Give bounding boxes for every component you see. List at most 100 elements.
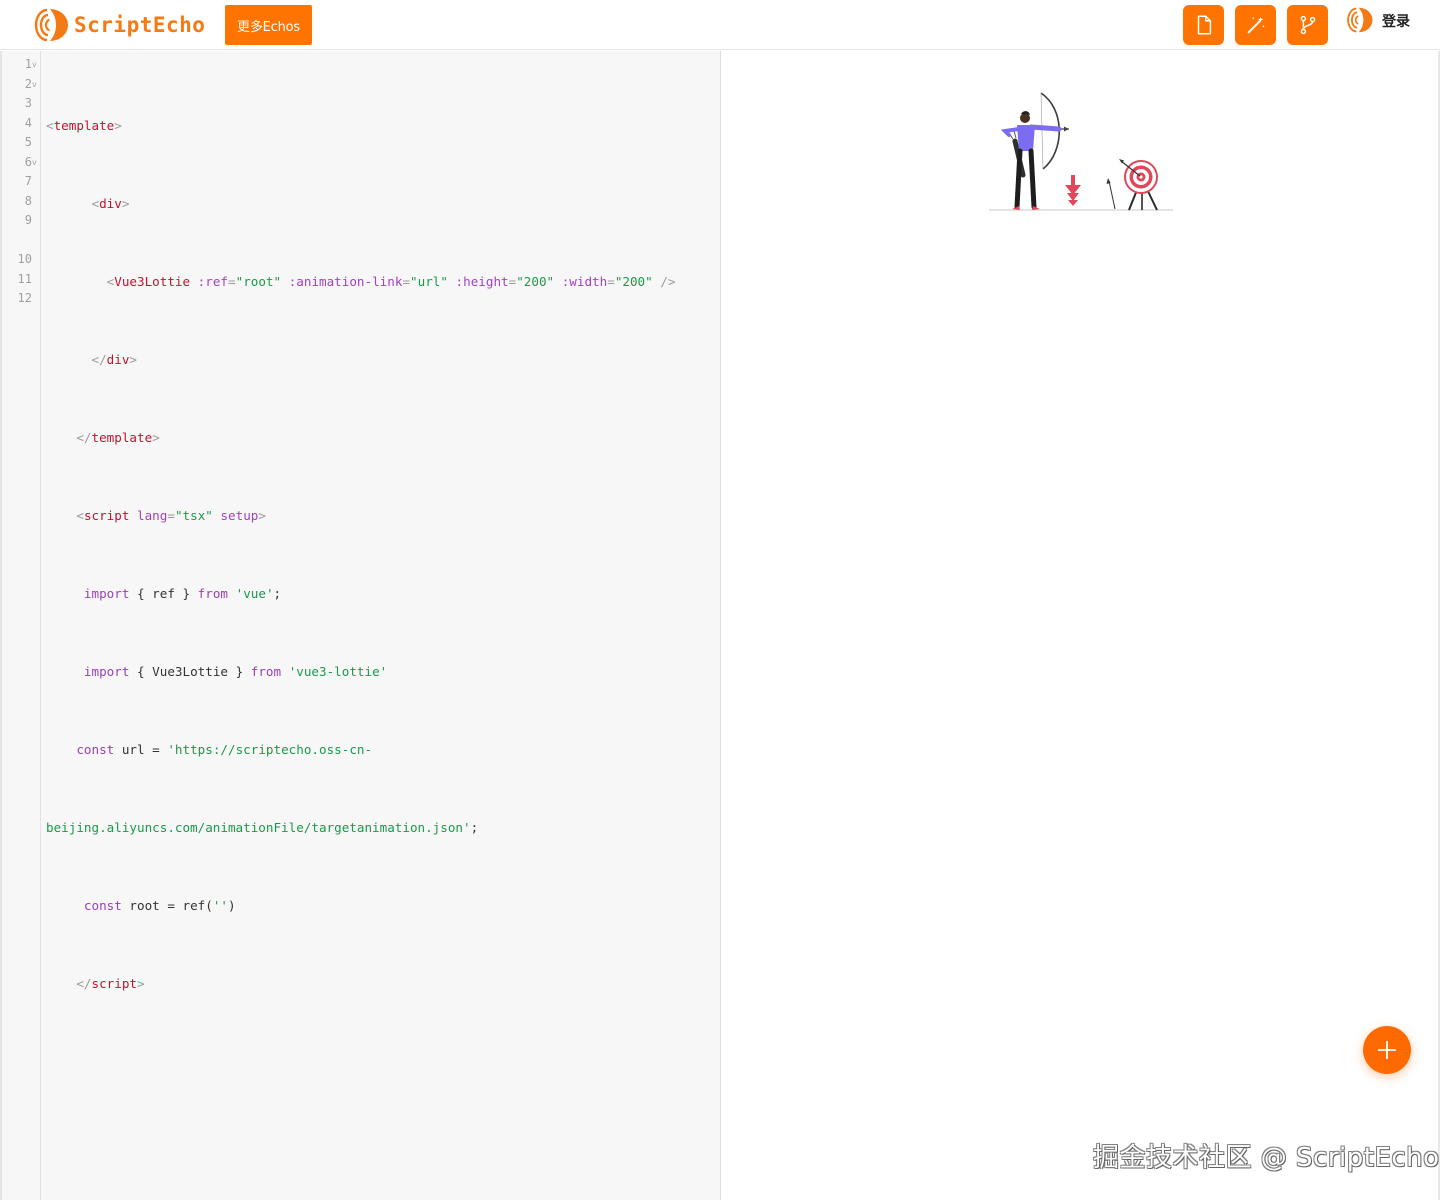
token: from <box>197 585 229 601</box>
code-line[interactable]: <script lang="tsx" setup> <box>46 506 716 526</box>
token: template <box>91 429 153 445</box>
scriptecho-logo[interactable]: ScriptEcho <box>28 6 205 44</box>
preview-panel: 掘金技术社区 @ ScriptEcho <box>721 51 1440 1200</box>
token: > <box>137 975 145 991</box>
code-content[interactable]: <template> <div> <Vue3Lottie :ref="root"… <box>46 57 716 1110</box>
fold-chevron-icon[interactable]: v <box>32 75 40 95</box>
token: Vue3Lottie <box>114 273 191 289</box>
token: { ref } <box>129 585 198 601</box>
line-number: 1 <box>24 57 32 71</box>
token: < <box>46 117 54 133</box>
code-line-wrapped[interactable]: beijing.aliyuncs.com/animationFile/targe… <box>46 818 716 838</box>
token: > <box>152 429 160 445</box>
user-logo-icon[interactable] <box>1342 4 1374 36</box>
token: root = ref( <box>121 897 213 913</box>
line-number: 11 <box>17 271 32 286</box>
token: template <box>53 117 115 133</box>
token: > <box>258 507 266 523</box>
branch-button[interactable] <box>1287 5 1328 45</box>
code-line[interactable]: const url = 'https://scriptecho.oss-cn- <box>46 740 716 760</box>
line-number: 7 <box>24 174 32 188</box>
line-number: 9 <box>24 213 32 227</box>
code-line[interactable]: </script> <box>46 974 716 994</box>
file-icon <box>1197 15 1211 35</box>
token: 'vue' <box>235 585 274 601</box>
token: "url" <box>410 273 448 289</box>
code-line[interactable]: const root = ref('') <box>46 896 716 916</box>
token: "tsx" <box>174 507 213 523</box>
token: 'vue3-lottie' <box>288 663 388 679</box>
token: = <box>607 273 615 289</box>
branch-icon <box>1300 15 1315 35</box>
token: "200" <box>614 273 653 289</box>
token: lang <box>129 507 168 523</box>
line-number: 12 <box>17 291 32 305</box>
code-editor[interactable]: 1 2 3 4 5 6 7 8 9 10 11 12 v v v <templa… <box>0 51 721 1200</box>
token: > <box>129 351 138 367</box>
token: setup <box>212 507 259 523</box>
token: > <box>114 117 122 133</box>
line-number: 6 <box>24 154 32 169</box>
token: 'https://scriptecho.oss-cn- <box>167 741 373 757</box>
token: const <box>76 741 115 757</box>
magic-wand-icon <box>1247 16 1265 34</box>
code-line[interactable] <box>46 1052 716 1072</box>
token: ; <box>470 819 479 835</box>
token: :height <box>447 273 509 289</box>
token: ; <box>273 585 282 601</box>
code-line[interactable]: <template> <box>46 116 716 136</box>
login-link[interactable]: 登录 <box>1382 11 1410 31</box>
token: </ <box>76 429 92 445</box>
code-line[interactable]: import { Vue3Lottie } from 'vue3-lottie' <box>46 662 716 682</box>
magic-wand-button[interactable] <box>1235 5 1276 45</box>
token: '' <box>212 897 229 913</box>
token: url = <box>114 741 168 757</box>
token: = <box>402 273 411 289</box>
line-number: 3 <box>24 96 32 110</box>
logo-text: ScriptEcho <box>74 13 206 37</box>
line-number: 4 <box>24 115 32 130</box>
line-number: 10 <box>17 252 32 266</box>
plus-icon <box>1377 1040 1397 1060</box>
line-number-gutter: 1 2 3 4 5 6 7 8 9 10 11 12 v v v <box>2 51 41 1200</box>
code-line[interactable]: <Vue3Lottie :ref="root" :animation-link=… <box>46 272 716 292</box>
line-number: 5 <box>24 135 32 149</box>
code-line[interactable]: <div> <box>46 194 716 214</box>
token: "200" <box>516 273 555 289</box>
token: < <box>91 195 100 211</box>
add-fab-button[interactable] <box>1363 1026 1411 1074</box>
token: < <box>76 507 84 523</box>
token: = <box>167 507 175 523</box>
code-line[interactable]: </div> <box>46 350 716 370</box>
token: div <box>106 351 130 367</box>
archer-target-animation <box>989 92 1173 211</box>
line-number: 2 <box>24 76 32 91</box>
fold-chevron-icon[interactable]: v <box>32 55 40 75</box>
fold-chevron-icon[interactable]: v <box>32 153 40 173</box>
token: import <box>83 663 130 679</box>
token: :animation-link <box>281 273 403 289</box>
token: script <box>91 975 138 991</box>
token: > <box>121 195 130 211</box>
token: ) <box>228 897 236 913</box>
token: const <box>83 897 122 913</box>
token: { Vue3Lottie } <box>129 663 251 679</box>
logo-sound-wave-icon <box>34 8 68 42</box>
token: /> <box>652 273 676 289</box>
token: :width <box>554 273 608 289</box>
code-line[interactable]: import { ref } from 'vue'; <box>46 584 716 604</box>
watermark: 掘金技术社区 @ ScriptEcho <box>1093 1143 1440 1173</box>
new-file-button[interactable] <box>1183 5 1224 45</box>
code-line[interactable]: </template> <box>46 428 716 448</box>
token: div <box>99 195 122 211</box>
token: beijing.aliyuncs.com/animationFile/targe… <box>46 819 471 835</box>
more-echos-button[interactable]: 更多Echos <box>225 5 312 45</box>
